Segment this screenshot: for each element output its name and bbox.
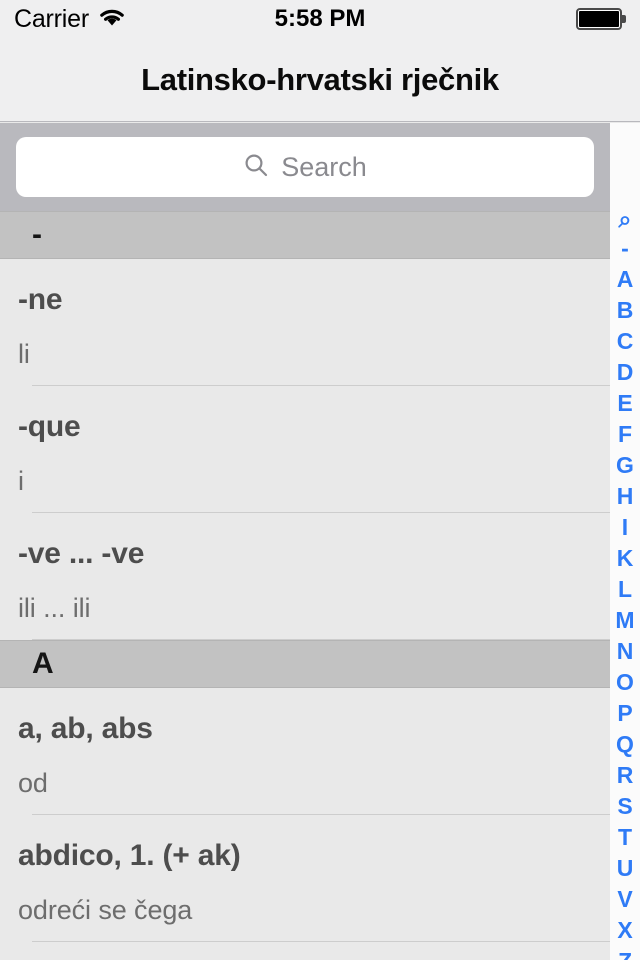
battery-full-icon xyxy=(576,8,626,30)
index-c[interactable]: C xyxy=(610,330,640,353)
index-m[interactable]: M xyxy=(610,609,640,632)
index-s[interactable]: S xyxy=(610,795,640,818)
index-q[interactable]: Q xyxy=(610,733,640,756)
entry-term: a, ab, abs xyxy=(18,712,153,745)
index-a[interactable]: A xyxy=(610,268,640,291)
section-index[interactable]: ⌕ - ABCDEFGHIKLMNOPQRSTUVXZ xyxy=(610,123,640,960)
page-title: Latinsko-hrvatski rječnik xyxy=(141,61,499,97)
index-v[interactable]: V xyxy=(610,888,640,911)
status-bar-right xyxy=(576,8,626,30)
search-input[interactable]: Search xyxy=(16,137,594,197)
entry-meaning: i xyxy=(18,466,24,496)
search-icon[interactable]: ⌕ xyxy=(610,208,640,231)
index-r[interactable]: R xyxy=(610,764,640,787)
list-item[interactable]: abdico, 1. (+ ak) odreći se čega xyxy=(0,815,610,942)
status-bar: Carrier 5:58 PM xyxy=(0,0,640,38)
entry-term: -que xyxy=(18,410,81,443)
list-item[interactable]: -ne li xyxy=(0,259,610,386)
list-item[interactable]: -ve ... -ve ili ... ili xyxy=(0,513,610,640)
dictionary-list[interactable]: - -ne li -que i -ve ... -ve ili ... ili Aa, ab,… xyxy=(0,211,610,960)
index-u[interactable]: U xyxy=(610,857,640,880)
index-d[interactable]: D xyxy=(610,361,640,384)
index-t[interactable]: T xyxy=(610,826,640,849)
entry-meaning: odreći se čega xyxy=(18,895,193,925)
index-i[interactable]: I xyxy=(610,516,640,539)
row-separator xyxy=(32,639,610,640)
status-bar-time: 5:58 PM xyxy=(274,5,366,32)
index-g[interactable]: G xyxy=(610,454,640,477)
list-item[interactable]: -que i xyxy=(0,386,610,513)
index-h[interactable]: H xyxy=(610,485,640,508)
list-item[interactable]: a, ab, abs od xyxy=(0,688,610,815)
entry-term: -ne xyxy=(18,283,63,316)
section-header-label: - xyxy=(32,218,42,251)
app-screen: Carrier 5:58 PM Latinsko-hrvatski rječni… xyxy=(0,0,640,960)
index-b[interactable]: B xyxy=(610,299,640,322)
index-p[interactable]: P xyxy=(610,702,640,725)
section-header: - xyxy=(0,211,610,259)
index-z[interactable]: Z xyxy=(610,950,640,960)
index-dash[interactable]: - xyxy=(610,237,640,260)
search-icon xyxy=(243,152,269,183)
search-bar: Search xyxy=(0,123,610,211)
index-k[interactable]: K xyxy=(610,547,640,570)
list-item[interactable]: abdo, 3. xyxy=(0,942,610,960)
entry-meaning: ili ... ili xyxy=(18,593,91,623)
navigation-bar: Latinsko-hrvatski rječnik xyxy=(0,38,640,122)
entry-meaning: li xyxy=(18,339,30,369)
entry-term: abdico, 1. (+ ak) xyxy=(18,839,241,872)
entry-term: abdo, 3. xyxy=(18,942,610,960)
entry-meaning: od xyxy=(18,768,48,798)
section-header: A xyxy=(0,640,610,688)
index-o[interactable]: O xyxy=(610,671,640,694)
index-f[interactable]: F xyxy=(610,423,640,446)
section-header-label: A xyxy=(32,647,54,680)
index-l[interactable]: L xyxy=(610,578,640,601)
index-x[interactable]: X xyxy=(610,919,640,942)
index-n[interactable]: N xyxy=(610,640,640,663)
entry-term: -ve ... -ve xyxy=(18,537,145,570)
index-e[interactable]: E xyxy=(610,392,640,415)
search-placeholder: Search xyxy=(281,151,367,182)
